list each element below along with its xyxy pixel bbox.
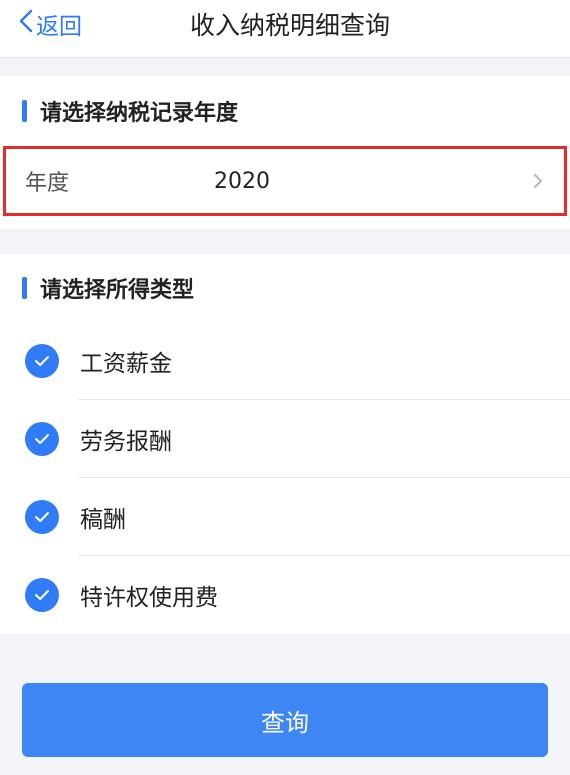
query-button[interactable]: 查询 (22, 683, 548, 757)
type-label: 稿酬 (80, 507, 126, 533)
chevron-right-icon (532, 173, 544, 189)
type-label: 工资薪金 (80, 351, 172, 377)
button-area: 查询 (0, 634, 570, 757)
year-section-title: 请选择纳税记录年度 (40, 101, 239, 126)
type-section-header: 请选择所得类型 (0, 254, 570, 322)
year-section-header: 请选择纳税记录年度 (0, 76, 570, 146)
type-section: 请选择所得类型 工资薪金 劳务报酬 稿酬 特许权使用费 (0, 254, 570, 634)
page-title: 收入纳税明细查询 (189, 11, 390, 40)
nav-bar: 返回 收入纳税明细查询 (0, 0, 570, 58)
type-section-title: 请选择所得类型 (40, 278, 195, 303)
type-item-license-fee[interactable]: 特许权使用费 (0, 556, 570, 634)
check-circle-icon[interactable] (25, 500, 59, 534)
type-item-salary[interactable]: 工资薪金 (0, 322, 570, 400)
section-bar (22, 277, 27, 299)
year-section: 请选择纳税记录年度 年度 2020 (0, 76, 570, 229)
check-circle-icon[interactable] (25, 422, 59, 456)
type-item-labor[interactable]: 劳务报酬 (0, 400, 570, 478)
type-label: 劳务报酬 (80, 429, 172, 455)
year-value: 2020 (214, 168, 270, 194)
check-circle-icon[interactable] (25, 344, 59, 378)
type-label: 特许权使用费 (80, 585, 218, 611)
year-label: 年度 (25, 171, 70, 196)
section-bar (22, 100, 27, 122)
spacer (0, 229, 570, 254)
year-selector[interactable]: 年度 2020 (3, 146, 567, 216)
check-circle-icon[interactable] (25, 578, 59, 612)
type-item-royalty[interactable]: 稿酬 (0, 478, 570, 556)
